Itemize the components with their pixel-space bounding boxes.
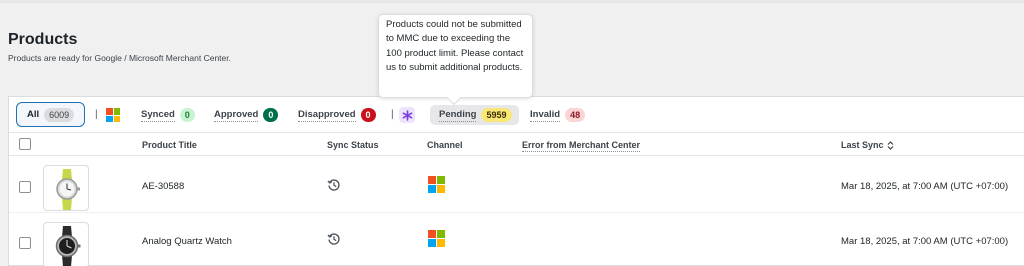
asterisk-icon[interactable] bbox=[399, 107, 415, 123]
filter-approved[interactable]: Approved 0 bbox=[214, 106, 279, 124]
filter-disapproved[interactable]: Disapproved 0 bbox=[298, 106, 376, 124]
filter-invalid-label: Invalid bbox=[530, 108, 561, 122]
top-strip bbox=[0, 0, 1024, 3]
microsoft-logo-icon[interactable] bbox=[106, 108, 120, 122]
product-title[interactable]: Analog Quartz Watch bbox=[142, 236, 232, 247]
microsoft-logo-icon bbox=[428, 176, 445, 193]
select-all-checkbox[interactable] bbox=[19, 138, 31, 150]
filter-synced-label: Synced bbox=[141, 108, 175, 122]
row-checkbox[interactable] bbox=[19, 237, 31, 249]
filter-synced[interactable]: Synced 0 bbox=[141, 106, 195, 124]
status-filter-bar: All 6009 | Synced 0 Approved 0 Disapprov… bbox=[9, 97, 1024, 133]
table-row[interactable]: Analog Quartz Watch Mar 18, 2025, at 7:0… bbox=[9, 214, 1024, 266]
filter-pending[interactable]: Pending 5959 bbox=[430, 105, 519, 125]
col-product-title: Product Title bbox=[142, 140, 197, 150]
page-title: Products bbox=[8, 31, 78, 48]
last-sync-cell: Mar 18, 2025, at 7:00 AM (UTC +07:00) bbox=[841, 181, 1009, 192]
table-row[interactable]: AE-30588 Mar 18, 2025, at 7:00 AM (UTC +… bbox=[9, 157, 1024, 213]
filter-synced-count: 0 bbox=[179, 108, 195, 122]
product-title[interactable]: AE-30588 bbox=[142, 181, 184, 192]
filter-all[interactable]: All 6009 bbox=[16, 102, 85, 127]
separator: | bbox=[391, 109, 394, 120]
table-header: Product Title Sync Status Channel Error … bbox=[9, 134, 1024, 156]
filter-invalid[interactable]: Invalid 48 bbox=[530, 106, 586, 124]
microsoft-logo-icon bbox=[428, 230, 445, 247]
filter-invalid-count: 48 bbox=[565, 108, 586, 122]
col-last-sync-sort[interactable]: Last Sync bbox=[841, 140, 894, 150]
last-sync-cell: Mar 18, 2025, at 7:00 AM (UTC +07:00) bbox=[841, 236, 1009, 247]
history-icon bbox=[327, 233, 340, 245]
sort-icon bbox=[887, 140, 893, 150]
product-thumbnail[interactable] bbox=[43, 165, 89, 211]
col-channel: Channel bbox=[427, 140, 463, 150]
filter-disapproved-count: 0 bbox=[360, 108, 376, 122]
filter-approved-label: Approved bbox=[214, 108, 259, 122]
filter-disapproved-label: Disapproved bbox=[298, 108, 356, 122]
row-checkbox[interactable] bbox=[19, 181, 31, 193]
product-thumbnail[interactable] bbox=[43, 222, 89, 266]
col-last-sync: Last Sync bbox=[841, 140, 884, 150]
filter-approved-count: 0 bbox=[263, 108, 279, 122]
filter-all-label: All bbox=[27, 109, 40, 120]
watch-image bbox=[55, 226, 81, 266]
products-table-card: All 6009 | Synced 0 Approved 0 Disapprov… bbox=[8, 96, 1024, 266]
history-icon bbox=[327, 179, 340, 191]
filter-all-count: 6009 bbox=[44, 107, 75, 122]
page-subtitle: Products are ready for Google / Microsof… bbox=[8, 53, 231, 63]
pending-tooltip: Products could not be submitted to MMC d… bbox=[378, 14, 533, 98]
filter-pending-count: 5959 bbox=[481, 108, 512, 122]
watch-image bbox=[56, 169, 80, 210]
filter-pending-label: Pending bbox=[439, 108, 477, 122]
col-sync-status: Sync Status bbox=[327, 140, 379, 150]
col-error: Error from Merchant Center bbox=[522, 140, 641, 152]
separator: | bbox=[95, 109, 98, 120]
